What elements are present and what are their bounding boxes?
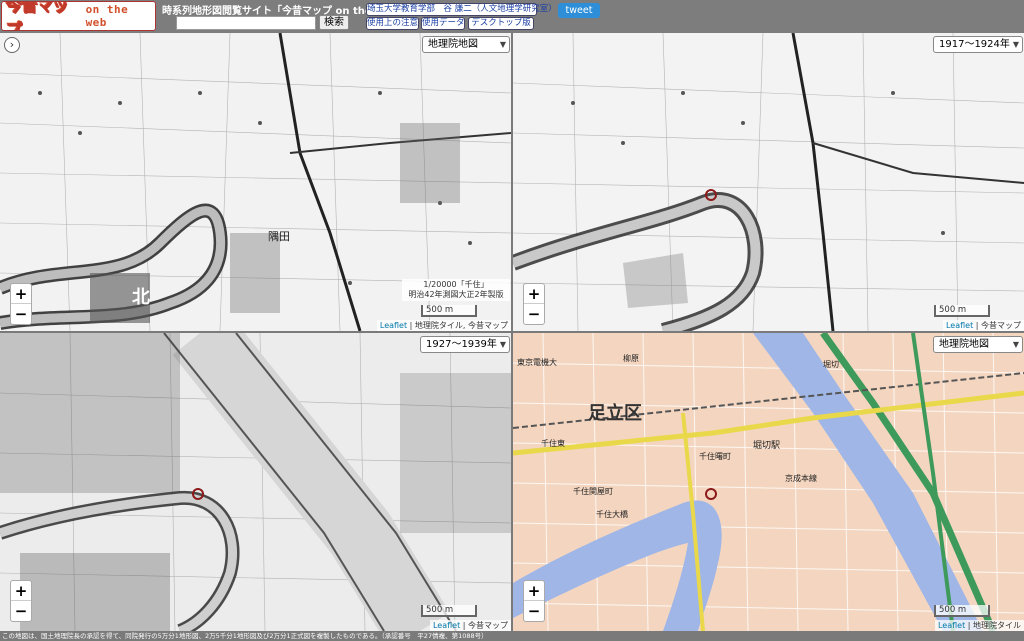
select-value: 1927〜1939年: [426, 339, 497, 350]
usage-notes-button[interactable]: 使用上の注意: [366, 17, 419, 30]
zoom-out-button[interactable]: −: [524, 304, 544, 324]
location-marker[interactable]: [192, 488, 204, 500]
tweet-button[interactable]: tweet: [558, 3, 600, 18]
rail-label-keisei: 京成本線: [785, 474, 817, 483]
zoom-out-button[interactable]: −: [524, 601, 544, 621]
map-pane-top-right[interactable]: 1917〜1924年 ▼ + − 500 m Leaflet | 今昔マップ: [513, 33, 1024, 331]
location-marker[interactable]: [705, 189, 717, 201]
attribution-text: | 地理院タイル: [965, 621, 1021, 630]
attribution-text: | 今昔マップ: [460, 621, 508, 630]
chevron-down-icon: ▼: [499, 340, 506, 349]
chevron-down-icon: ▼: [1012, 340, 1019, 349]
site-logo[interactable]: 今昔マップ on the web: [1, 1, 156, 31]
place-label-kita: 北: [132, 287, 150, 308]
chevron-down-icon: ▼: [1012, 40, 1019, 49]
search-button[interactable]: 検索: [319, 15, 349, 30]
zoom-out-button[interactable]: −: [11, 601, 31, 621]
map-image-old-1927: [0, 333, 511, 631]
map-image-old-1917: [513, 33, 1024, 331]
attribution-text: | 地理院タイル, 今昔マップ: [407, 321, 508, 330]
map-attribution: Leaflet | 地理院タイル: [934, 620, 1024, 631]
map-attribution: Leaflet | 今昔マップ: [429, 620, 511, 631]
zoom-in-button[interactable]: +: [524, 581, 544, 601]
place-label-tokyo-denki-univ: 東京電機大: [517, 358, 557, 367]
place-label-sumida: 隅田: [268, 230, 290, 243]
zoom-out-button[interactable]: −: [11, 304, 31, 324]
map-pane-bottom-right[interactable]: 足立区 堀切駅 千住大橋 千住曙町 千住東 千住関屋町 東京電機大 柳原 堀切 …: [513, 333, 1024, 631]
map-pane-top-left[interactable]: › 北 隅田 地理院地図 ▼ + − 1/20000「千住」 明治42年測図大正…: [0, 33, 511, 331]
zoom-in-button[interactable]: +: [524, 284, 544, 304]
chevron-down-icon: ▼: [499, 40, 506, 49]
map-sheet-name: 1/20000「千住」: [423, 280, 489, 289]
zoom-in-button[interactable]: +: [11, 284, 31, 304]
data-used-button[interactable]: 使用データ: [421, 17, 465, 30]
map-image-modern: [513, 333, 1024, 631]
zoom-control-top-left: + −: [10, 283, 32, 325]
select-value: 地理院地図: [939, 339, 989, 350]
logo-text-jp: 今昔マップ: [6, 2, 82, 30]
map-pane-bottom-left[interactable]: 1927〜1939年 ▼ + − 500 m Leaflet | 今昔マップ: [0, 333, 511, 631]
zoom-control-top-right: + −: [523, 283, 545, 325]
map-survey-date: 明治42年測図大正2年製版: [408, 290, 504, 299]
location-marker[interactable]: [705, 488, 717, 500]
station-label-horikiri: 堀切駅: [753, 441, 781, 451]
place-label-senju-sekiya: 千住関屋町: [573, 487, 613, 496]
select-value: 地理院地図: [428, 39, 478, 50]
leaflet-link[interactable]: Leaflet: [433, 621, 460, 630]
map-source-select-top-right[interactable]: 1917〜1924年 ▼: [933, 36, 1023, 53]
header-bar: 今昔マップ on the web 時系列地形図閲覧サイト「今昔マップ on th…: [0, 0, 1024, 33]
map-source-select-bottom-left[interactable]: 1927〜1939年 ▼: [420, 336, 510, 353]
place-label-senju-east: 千住東: [541, 439, 565, 448]
place-label-horikiri: 堀切: [823, 360, 839, 369]
zoom-control-bottom-left: + −: [10, 580, 32, 622]
place-label-senju-ohashi: 千住大橋: [596, 510, 628, 519]
scale-bar: 500 m: [421, 305, 477, 317]
desktop-version-button[interactable]: デスクトップ版: [468, 17, 534, 30]
copyright-footer: この地図は、国土地理院長の承認を得て、同院発行の5万分1地形図、2万5千分1地形…: [0, 631, 1024, 641]
university-link-button[interactable]: 埼玉大学教育学部 谷 謙二（人文地理学研究室）: [366, 3, 557, 16]
leaflet-link[interactable]: Leaflet: [946, 321, 973, 330]
logo-text-en: on the web: [85, 3, 129, 29]
place-label-senju-akebono: 千住曙町: [699, 452, 731, 461]
scale-bar: 500 m: [934, 605, 990, 617]
map-source-select-bottom-right[interactable]: 地理院地図 ▼: [933, 336, 1023, 353]
place-label-adachi-ku: 足立区: [588, 403, 642, 424]
map-attribution: Leaflet | 今昔マップ: [942, 320, 1024, 331]
select-value: 1917〜1924年: [939, 39, 1010, 50]
map-attribution: Leaflet | 地理院タイル, 今昔マップ: [376, 320, 511, 331]
place-label-yanagihara: 柳原: [623, 354, 639, 363]
zoom-in-button[interactable]: +: [11, 581, 31, 601]
scale-bar: 500 m: [421, 605, 477, 617]
leaflet-link[interactable]: Leaflet: [380, 321, 407, 330]
map-info-box: 1/20000「千住」 明治42年測図大正2年製版: [402, 279, 510, 301]
attribution-text: | 今昔マップ: [973, 321, 1021, 330]
expand-panel-button[interactable]: ›: [4, 37, 20, 53]
search-input[interactable]: [176, 16, 316, 30]
zoom-control-bottom-right: + −: [523, 580, 545, 622]
scale-bar: 500 m: [934, 305, 990, 317]
map-source-select-top-left[interactable]: 地理院地図 ▼: [422, 36, 510, 53]
leaflet-link[interactable]: Leaflet: [938, 621, 965, 630]
